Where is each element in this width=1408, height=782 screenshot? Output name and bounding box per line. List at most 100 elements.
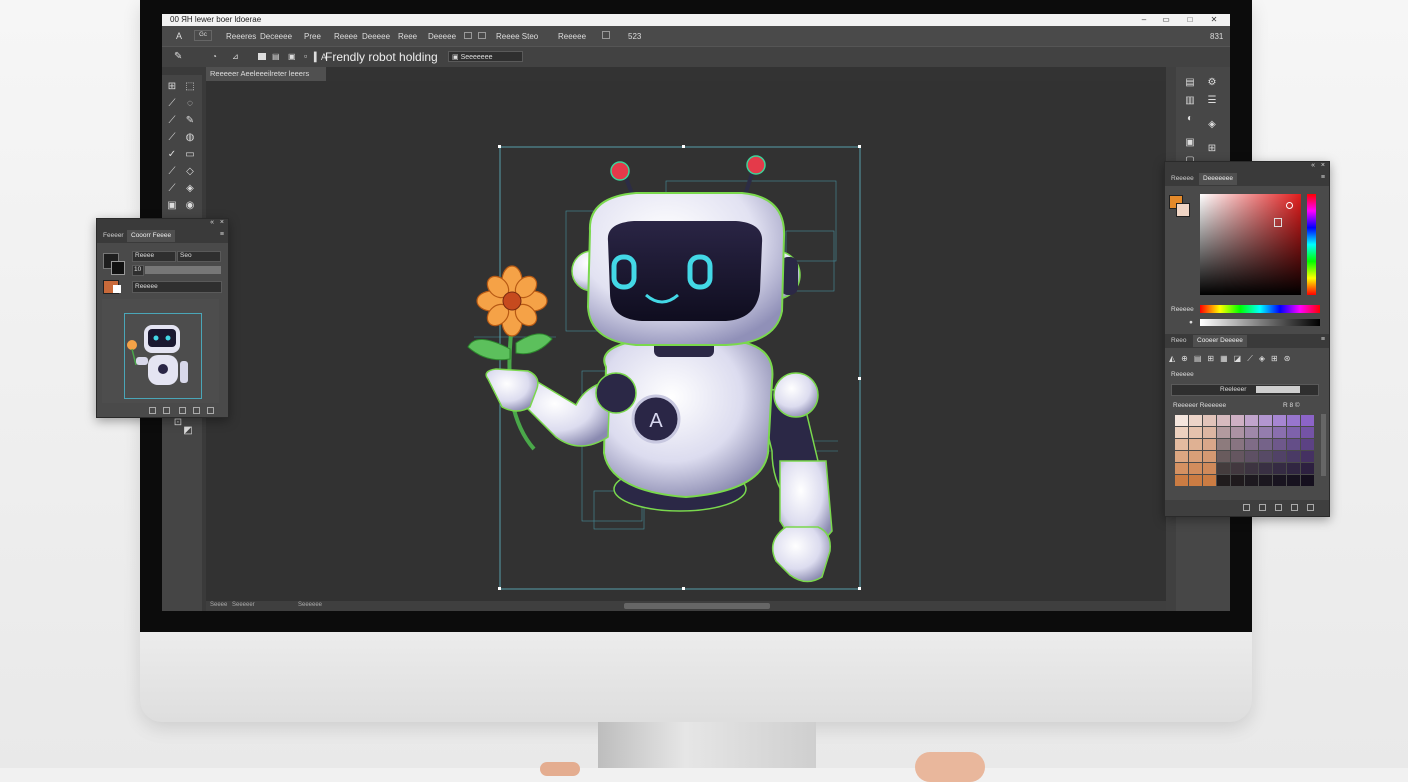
color-swatch[interactable]	[1217, 415, 1230, 426]
color-swatch[interactable]	[1287, 439, 1300, 450]
pen-tool-icon[interactable]: ⟋	[166, 183, 178, 195]
color-swatch[interactable]	[1301, 439, 1314, 450]
panel-collapse-icon[interactable]: «	[1311, 162, 1315, 169]
menu-item[interactable]: Reeee Steo	[496, 32, 538, 41]
tab-swatches[interactable]: Cooeer Deeeee	[1193, 335, 1247, 347]
channels-icon[interactable]: ☰	[1206, 95, 1218, 107]
color-swatch[interactable]	[1189, 451, 1202, 462]
swatch-scrollbar[interactable]	[1321, 414, 1326, 476]
fill-slider[interactable]	[145, 266, 221, 274]
option-icon[interactable]: ◔	[212, 52, 217, 61]
color-swatch[interactable]	[1301, 475, 1314, 486]
tab-layers[interactable]: Feeeer	[99, 230, 128, 242]
color-swatch[interactable]	[1301, 427, 1314, 438]
color-swatch[interactable]	[1231, 415, 1244, 426]
swatch-tools-icons[interactable]: ◭⊕▤⊞▦◪⟋◈⊞⊛	[1169, 354, 1296, 363]
type-tool-icon[interactable]: ◈	[184, 183, 196, 195]
color-swatch[interactable]	[1189, 463, 1202, 474]
fill-field[interactable]: 10	[132, 265, 144, 276]
color-swatch[interactable]	[1217, 439, 1230, 450]
color-swatch[interactable]	[1175, 451, 1188, 462]
color-swatch[interactable]	[1245, 475, 1258, 486]
panel-menu-icon[interactable]: ≡	[220, 231, 224, 238]
delete-swatch-icon[interactable]	[1307, 504, 1314, 511]
color-swatch[interactable]	[1217, 463, 1230, 474]
layer-icon[interactable]	[258, 53, 266, 60]
color-swatch[interactable]	[1245, 427, 1258, 438]
option-icon[interactable]: ▫	[304, 51, 307, 61]
tab-color-frames[interactable]: Cooorr Feeee	[127, 230, 176, 242]
color-swatch[interactable]	[1175, 415, 1188, 426]
crop-tool-icon[interactable]: ⟋	[166, 115, 178, 127]
lasso-tool-icon[interactable]: ⟋	[166, 98, 178, 110]
menu-item[interactable]: Deeeee	[362, 32, 390, 41]
pen-tool-icon[interactable]: ✎	[174, 51, 182, 62]
window-mode-icon[interactable]: ▭	[1162, 16, 1170, 24]
color-swatch[interactable]	[1217, 451, 1230, 462]
spectrum-bar[interactable]	[1200, 305, 1320, 313]
color-swatch[interactable]	[1259, 427, 1272, 438]
adjustments-icon[interactable]: ◐	[1184, 113, 1196, 125]
color-swatch[interactable]	[1273, 475, 1286, 486]
color-swatch[interactable]	[1273, 427, 1286, 438]
panel-close-icon[interactable]: ×	[220, 219, 224, 226]
frame-icon[interactable]	[464, 32, 472, 39]
stamp-tool-icon[interactable]: ◍	[184, 132, 196, 144]
new-swatch-group-icon[interactable]	[1259, 504, 1266, 511]
workspace-icon[interactable]: Gc	[194, 30, 212, 41]
option-icon[interactable]: ⊿	[232, 52, 239, 61]
eyedropper-icon[interactable]: ✎	[184, 115, 196, 127]
color-swatch[interactable]	[1231, 439, 1244, 450]
color-swatch[interactable]	[1287, 427, 1300, 438]
color-swatch[interactable]	[1189, 475, 1202, 486]
menu-value[interactable]: 523	[628, 32, 641, 41]
app-logo-icon[interactable]: A	[176, 31, 182, 41]
color-swatch[interactable]	[1231, 463, 1244, 474]
color-swatch[interactable]	[1203, 439, 1216, 450]
menu-item[interactable]: Reeeres	[226, 32, 256, 41]
menu-item[interactable]: Pree	[304, 32, 321, 41]
color-swatch[interactable]	[1301, 415, 1314, 426]
color-swatch[interactable]	[1259, 475, 1272, 486]
color-picker-field[interactable]	[1200, 194, 1301, 295]
color-swatch[interactable]	[1273, 415, 1286, 426]
gradient-tool-icon[interactable]: ⟋	[166, 166, 178, 178]
color-swatch[interactable]	[1287, 475, 1300, 486]
panel-menu-icon[interactable]: ≡	[1321, 336, 1325, 343]
actions-icon[interactable]: ▣	[1184, 137, 1196, 149]
close-icon[interactable]: ✕	[1210, 16, 1218, 24]
swatch-search-field[interactable]: Reeleeer	[1171, 384, 1319, 396]
color-swatch[interactable]	[1287, 451, 1300, 462]
color-swatch[interactable]	[1287, 463, 1300, 474]
adjustment-layer-icon[interactable]	[193, 407, 200, 414]
properties-icon[interactable]: ⚙	[1206, 77, 1218, 89]
menu-item[interactable]: Reeee	[334, 32, 358, 41]
color-swatch[interactable]	[1259, 451, 1272, 462]
color-swatch[interactable]	[1259, 415, 1272, 426]
menu-item[interactable]: Reee	[398, 32, 417, 41]
color-swatch[interactable]	[1203, 463, 1216, 474]
color-swatch[interactable]	[1175, 463, 1188, 474]
color-picker-handle[interactable]	[1286, 202, 1293, 209]
color-swatch[interactable]	[1175, 439, 1188, 450]
color-swatch[interactable]	[1175, 475, 1188, 486]
color-swatch[interactable]	[1203, 415, 1216, 426]
color-swatch[interactable]	[1203, 427, 1216, 438]
color-swatch[interactable]	[1175, 427, 1188, 438]
color-swatch[interactable]	[1189, 427, 1202, 438]
document-tab[interactable]: Reeeeer Aeeleeeilreter leeers	[206, 67, 326, 81]
color-swatch[interactable]	[1217, 475, 1230, 486]
move-tool-icon[interactable]: ⊞	[166, 81, 178, 93]
blend-mode-select[interactable]: Reeee	[132, 251, 176, 262]
delete-layer-icon[interactable]	[207, 407, 214, 414]
grayscale-bar[interactable]	[1200, 319, 1320, 326]
layer-name-field[interactable]: Reeeee	[132, 281, 222, 293]
new-group-icon[interactable]	[149, 407, 156, 414]
tab-gradients[interactable]: Deeeeeee	[1199, 173, 1237, 185]
pencil-tool-icon[interactable]: ✓	[166, 149, 178, 161]
color-swatch[interactable]	[1231, 475, 1244, 486]
color-swatch[interactable]	[1203, 451, 1216, 462]
document-name[interactable]: Frendly robot holding	[325, 50, 438, 64]
add-mask-icon[interactable]	[163, 407, 170, 414]
color-swatch[interactable]	[1245, 451, 1258, 462]
